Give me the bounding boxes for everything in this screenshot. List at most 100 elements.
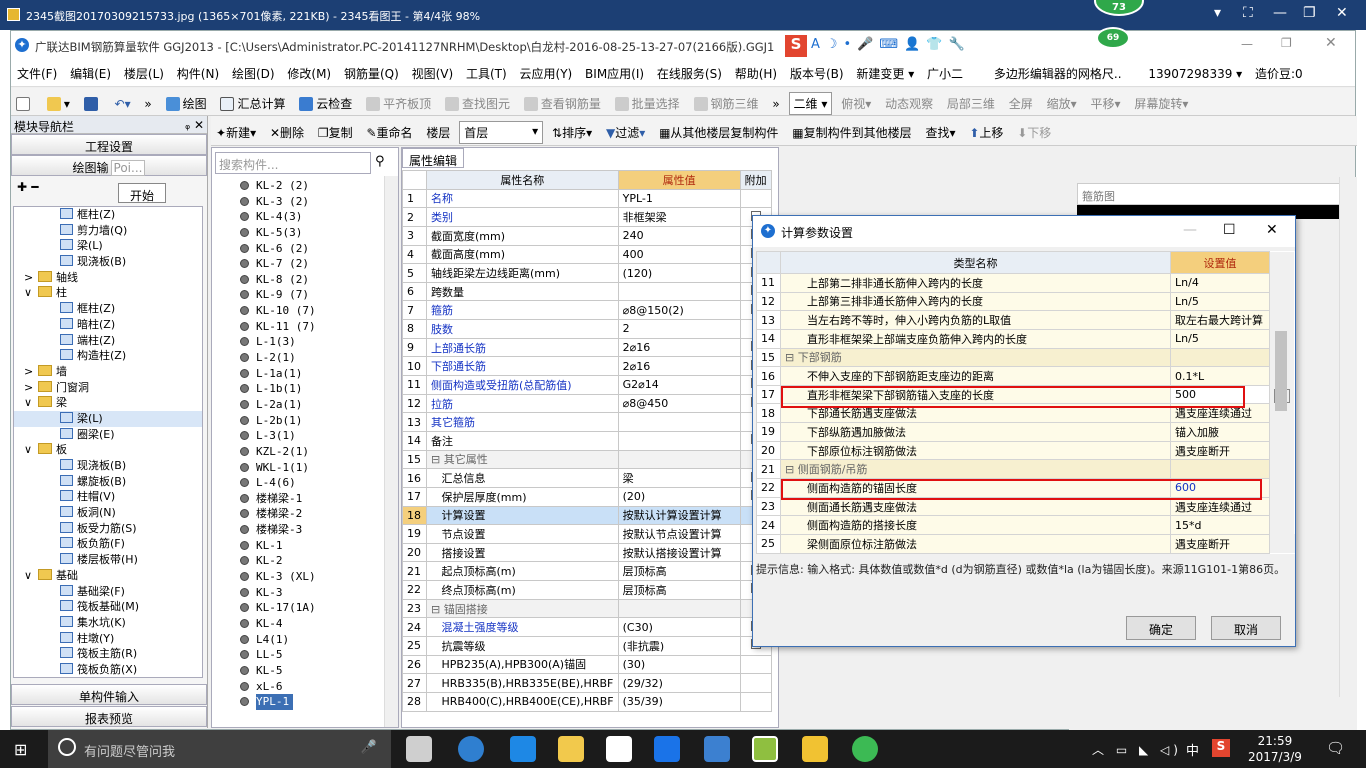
- component-item[interactable]: KL-3: [240, 585, 380, 601]
- glodon-app-icon[interactable]: [654, 736, 680, 762]
- ime-logo-icon[interactable]: S: [785, 35, 807, 57]
- property-value[interactable]: 层顶标高: [617, 580, 741, 600]
- component-item[interactable]: KL-17(1A): [240, 600, 380, 616]
- property-row[interactable]: 11 侧面构造或受扭筋(总配筋值) G2⌀14: [402, 375, 772, 395]
- menu-help[interactable]: 帮助(H): [729, 59, 780, 82]
- property-value[interactable]: 按默认计算设置计算: [617, 505, 741, 526]
- edge-icon[interactable]: [510, 736, 536, 762]
- browser-360-icon[interactable]: [458, 736, 484, 762]
- property-value[interactable]: [617, 598, 741, 619]
- find-button[interactable]: 查找▾: [920, 116, 960, 141]
- collapse-all-icon[interactable]: ━: [31, 180, 38, 194]
- component-item[interactable]: KL-3 (XL): [240, 569, 380, 585]
- more2-chevron-icon[interactable]: »: [767, 91, 784, 111]
- property-value[interactable]: (35/39): [617, 691, 741, 712]
- rename-button[interactable]: ✎重命名: [361, 116, 417, 141]
- menu-floor[interactable]: 楼层(L): [118, 59, 167, 82]
- property-row[interactable]: 10 下部通长筋 2⌀16: [402, 356, 772, 377]
- fullscreen-icon[interactable]: ⛶: [1243, 5, 1253, 21]
- tree-node[interactable]: 柱墩(Y): [14, 631, 202, 647]
- component-item[interactable]: 楼梯梁-3: [240, 522, 380, 538]
- property-row[interactable]: 2 类别 非框架梁: [402, 207, 772, 227]
- component-item[interactable]: KL-2 (2): [240, 178, 380, 194]
- component-item[interactable]: 楼梯梁-2: [240, 506, 380, 522]
- setting-row[interactable]: 24 侧面构造筋的搭接长度 15*d: [756, 515, 1295, 535]
- menu-edit[interactable]: 编辑(E): [64, 59, 114, 82]
- system-tray-icons[interactable]: ︿ ▭ ◣ ◁): [1092, 741, 1182, 758]
- search-input[interactable]: 搜索构件...: [215, 152, 371, 174]
- menu-assistant[interactable]: 广小二: [921, 59, 966, 82]
- copy-from-floor-button[interactable]: ▦从其他楼层复制构件: [654, 116, 783, 141]
- property-value[interactable]: 层顶标高: [617, 561, 741, 582]
- property-row[interactable]: 3 截面宽度(mm) 240: [402, 225, 772, 246]
- move-up-button[interactable]: ⬆上移: [964, 116, 1008, 141]
- ggj-app-icon[interactable]: [704, 736, 730, 762]
- property-row[interactable]: 1 名称 YPL-1: [402, 188, 772, 209]
- sogou-tray-icon[interactable]: S: [1212, 739, 1230, 757]
- menu-new-change[interactable]: 新建变更 ▾: [850, 59, 917, 82]
- property-value[interactable]: 按默认搭接设置计算: [617, 542, 741, 563]
- property-value[interactable]: [617, 412, 741, 432]
- property-row[interactable]: 13 其它箍筋: [402, 412, 772, 432]
- start-popup-button[interactable]: 开始: [118, 183, 166, 203]
- component-item[interactable]: KL-8 (2): [240, 272, 380, 288]
- top-view-button[interactable]: 俯视▾: [836, 89, 876, 112]
- tree-node[interactable]: 筏板负筋(X): [14, 662, 202, 677]
- property-value[interactable]: (30): [617, 654, 741, 675]
- property-value[interactable]: YPL-1: [617, 188, 741, 209]
- component-item[interactable]: L-1(3): [240, 334, 380, 350]
- property-row[interactable]: 15 ⊟ 其它属性: [402, 449, 772, 470]
- sum-calc-button[interactable]: 汇总计算: [215, 89, 290, 112]
- dialog-close-icon[interactable]: ✕: [1266, 222, 1278, 238]
- action-center-icon[interactable]: 🗨: [1326, 739, 1345, 757]
- property-row[interactable]: 4 截面高度(mm) 400: [402, 244, 772, 265]
- property-value[interactable]: (C30): [617, 617, 741, 638]
- ok-button[interactable]: 确定: [1126, 616, 1196, 640]
- property-row[interactable]: 24 混凝土强度等级 (C30): [402, 617, 772, 638]
- tree-node[interactable]: 构造柱(Z): [14, 348, 202, 364]
- notepad-icon[interactable]: [802, 736, 828, 762]
- component-item[interactable]: KL-5: [240, 663, 380, 679]
- store-icon[interactable]: [606, 736, 632, 762]
- draw-button[interactable]: 绘图: [161, 89, 212, 112]
- tree-node[interactable]: 板洞(N): [14, 505, 202, 521]
- setting-value[interactable]: [1170, 347, 1270, 368]
- setting-value[interactable]: 锚入加腋: [1170, 422, 1270, 442]
- tree-node[interactable]: ∨ 基础: [14, 568, 202, 584]
- component-item[interactable]: KL-4(3): [240, 209, 380, 225]
- dynamic-view-button[interactable]: 动态观察: [880, 89, 938, 112]
- menu-account[interactable]: 13907298339 ▾: [1128, 61, 1245, 81]
- taskbar-search[interactable]: 有问题尽管问我 🎤: [48, 730, 391, 768]
- single-input-button[interactable]: 单构件输入: [11, 684, 207, 705]
- new-file-icon[interactable]: [11, 91, 38, 111]
- property-value[interactable]: 非框架梁: [617, 207, 741, 227]
- flat-top-button[interactable]: 平齐板顶: [361, 89, 436, 112]
- setting-row[interactable]: 12 上部第三排非通长筋伸入跨内的长度 Ln/5: [756, 291, 1295, 312]
- tree-node[interactable]: 基础梁(F): [14, 584, 202, 600]
- component-item[interactable]: KL-4: [240, 616, 380, 632]
- property-value[interactable]: (非抗震): [617, 636, 741, 656]
- component-item[interactable]: L-2(1): [240, 350, 380, 366]
- draw-input-button[interactable]: 绘图输 Poi...: [11, 155, 207, 176]
- property-row[interactable]: 28 HRB400(C),HRB400E(CE),HRBF (35/39): [402, 691, 772, 712]
- delete-button[interactable]: ✕删除: [265, 116, 309, 141]
- property-value[interactable]: [617, 430, 741, 451]
- tree-node[interactable]: 现浇板(B): [14, 254, 202, 270]
- property-row[interactable]: 19 节点设置 按默认节点设置计算: [402, 524, 772, 544]
- undo-icon[interactable]: ↶▾: [110, 91, 136, 111]
- tree-toggle-icon[interactable]: ∨: [24, 285, 38, 301]
- menu-bim[interactable]: BIM应用(I): [579, 59, 647, 82]
- property-row[interactable]: 6 跨数量: [402, 281, 772, 302]
- component-item[interactable]: KL-2: [240, 553, 380, 569]
- setting-row[interactable]: 15 ⊟ 下部钢筋: [756, 347, 1295, 368]
- move-down-button[interactable]: ⬇下移: [1012, 116, 1056, 141]
- property-row[interactable]: 8 肢数 2: [402, 319, 772, 339]
- tree-toggle-icon[interactable]: ∨: [24, 395, 38, 411]
- menu-modify[interactable]: 修改(M): [281, 59, 334, 82]
- more-chevron-icon[interactable]: »: [139, 91, 156, 111]
- setting-row[interactable]: 16 不伸入支座的下部钢筋距支座边的距离 0.1*L: [756, 366, 1295, 386]
- property-value[interactable]: [617, 281, 741, 302]
- tree-node[interactable]: 板负筋(F): [14, 536, 202, 552]
- sort-button[interactable]: ⇅排序▾: [547, 116, 597, 141]
- property-row[interactable]: 17 保护层厚度(mm) (20): [402, 486, 772, 507]
